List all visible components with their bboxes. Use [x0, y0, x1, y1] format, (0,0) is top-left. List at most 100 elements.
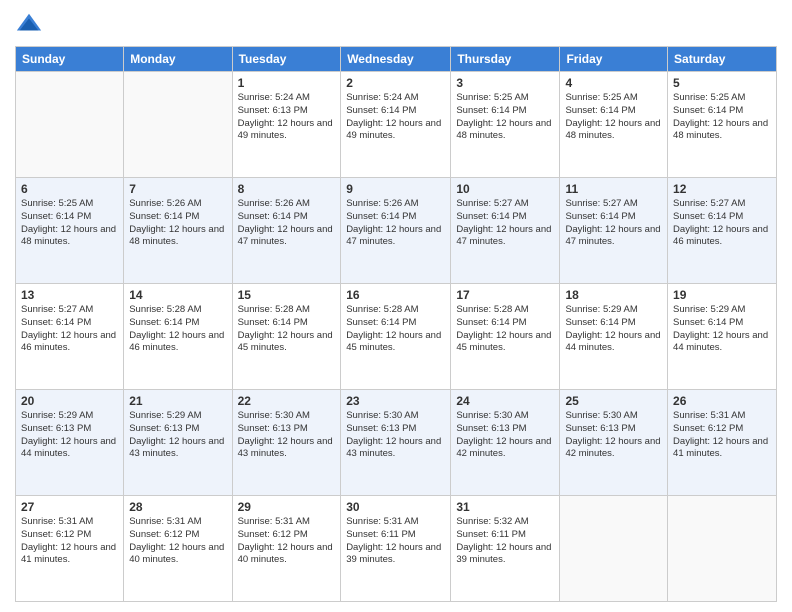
day-number: 29 [238, 500, 336, 514]
day-number: 5 [673, 76, 771, 90]
day-info: Sunrise: 5:31 AM Sunset: 6:11 PM Dayligh… [346, 516, 445, 567]
day-number: 2 [346, 76, 445, 90]
calendar-header-row: SundayMondayTuesdayWednesdayThursdayFrid… [16, 47, 777, 72]
day-number: 7 [129, 182, 226, 196]
calendar-cell: 23 Sunrise: 5:30 AM Sunset: 6:13 PM Dayli… [341, 390, 451, 496]
day-number: 8 [238, 182, 336, 196]
calendar-cell: 22Sunrise: 5:30 AM Sunset: 6:13 PM Dayli… [232, 390, 341, 496]
calendar-cell: 20 Sunrise: 5:29 AM Sunset: 6:13 PM Dayli… [16, 390, 124, 496]
day-number: 25 [565, 394, 662, 408]
day-number: 20 [21, 394, 118, 408]
calendar-cell: 16 Sunrise: 5:28 AM Sunset: 6:14 PM Dayli… [341, 284, 451, 390]
calendar-header-friday: Friday [560, 47, 668, 72]
page-header [15, 10, 777, 38]
day-number: 4 [565, 76, 662, 90]
day-info: Sunrise: 5:30 AM Sunset: 6:13 PM Dayligh… [346, 410, 445, 461]
day-info: Sunrise: 5:25 AM Sunset: 6:14 PM Dayligh… [565, 92, 662, 143]
calendar-cell: 9Sunrise: 5:26 AM Sunset: 6:14 PM Daylig… [341, 178, 451, 284]
day-info: Sunrise: 5:28 AM Sunset: 6:14 PM Dayligh… [456, 304, 554, 355]
day-number: 21 [129, 394, 226, 408]
day-info: Sunrise: 5:31 AM Sunset: 6:12 PM Dayligh… [238, 516, 336, 567]
day-info: Sunrise: 5:24 AM Sunset: 6:14 PM Dayligh… [346, 92, 445, 143]
day-number: 13 [21, 288, 118, 302]
day-info: Sunrise: 5:32 AM Sunset: 6:11 PM Dayligh… [456, 516, 554, 567]
day-info: Sunrise: 5:28 AM Sunset: 6:14 PM Dayligh… [129, 304, 226, 355]
day-number: 12 [673, 182, 771, 196]
day-info: Sunrise: 5:29 AM Sunset: 6:13 PM Dayligh… [129, 410, 226, 461]
day-number: 10 [456, 182, 554, 196]
calendar-cell: 5 Sunrise: 5:25 AM Sunset: 6:14 PM Daylig… [668, 72, 777, 178]
day-info: Sunrise: 5:27 AM Sunset: 6:14 PM Dayligh… [456, 198, 554, 249]
logo [15, 10, 47, 38]
calendar-cell: 7 Sunrise: 5:26 AM Sunset: 6:14 PM Daylig… [124, 178, 232, 284]
day-number: 27 [21, 500, 118, 514]
calendar-header-saturday: Saturday [668, 47, 777, 72]
day-number: 17 [456, 288, 554, 302]
calendar-week-row: 13 Sunrise: 5:27 AM Sunset: 6:14 PM Dayli… [16, 284, 777, 390]
day-info: Sunrise: 5:29 AM Sunset: 6:14 PM Dayligh… [673, 304, 771, 355]
calendar-cell: 27 Sunrise: 5:31 AM Sunset: 6:12 PM Dayli… [16, 496, 124, 602]
day-info: Sunrise: 5:25 AM Sunset: 6:14 PM Dayligh… [673, 92, 771, 143]
calendar-cell: 3Sunrise: 5:25 AM Sunset: 6:14 PM Daylig… [451, 72, 560, 178]
day-info: Sunrise: 5:31 AM Sunset: 6:12 PM Dayligh… [21, 516, 118, 567]
calendar-cell: 8 Sunrise: 5:26 AM Sunset: 6:14 PM Daylig… [232, 178, 341, 284]
calendar-cell: 10 Sunrise: 5:27 AM Sunset: 6:14 PM Dayli… [451, 178, 560, 284]
calendar-header-monday: Monday [124, 47, 232, 72]
calendar-cell: 19Sunrise: 5:29 AM Sunset: 6:14 PM Dayli… [668, 284, 777, 390]
day-number: 26 [673, 394, 771, 408]
day-info: Sunrise: 5:30 AM Sunset: 6:13 PM Dayligh… [456, 410, 554, 461]
calendar-cell: 4 Sunrise: 5:25 AM Sunset: 6:14 PM Daylig… [560, 72, 668, 178]
calendar-header-wednesday: Wednesday [341, 47, 451, 72]
calendar-cell: 25Sunrise: 5:30 AM Sunset: 6:13 PM Dayli… [560, 390, 668, 496]
calendar-cell: 17 Sunrise: 5:28 AM Sunset: 6:14 PM Dayli… [451, 284, 560, 390]
day-info: Sunrise: 5:29 AM Sunset: 6:13 PM Dayligh… [21, 410, 118, 461]
day-number: 22 [238, 394, 336, 408]
calendar-cell: 11 Sunrise: 5:27 AM Sunset: 6:14 PM Dayli… [560, 178, 668, 284]
calendar-cell: 15Sunrise: 5:28 AM Sunset: 6:14 PM Dayli… [232, 284, 341, 390]
calendar-cell: 18 Sunrise: 5:29 AM Sunset: 6:14 PM Dayli… [560, 284, 668, 390]
calendar-cell: 13 Sunrise: 5:27 AM Sunset: 6:14 PM Dayli… [16, 284, 124, 390]
day-number: 16 [346, 288, 445, 302]
calendar-cell: 30 Sunrise: 5:31 AM Sunset: 6:11 PM Dayli… [341, 496, 451, 602]
day-info: Sunrise: 5:24 AM Sunset: 6:13 PM Dayligh… [238, 92, 336, 143]
day-number: 6 [21, 182, 118, 196]
day-info: Sunrise: 5:28 AM Sunset: 6:14 PM Dayligh… [346, 304, 445, 355]
calendar-week-row: 27 Sunrise: 5:31 AM Sunset: 6:12 PM Dayli… [16, 496, 777, 602]
day-number: 23 [346, 394, 445, 408]
day-info: Sunrise: 5:27 AM Sunset: 6:14 PM Dayligh… [673, 198, 771, 249]
day-info: Sunrise: 5:27 AM Sunset: 6:14 PM Dayligh… [565, 198, 662, 249]
day-number: 28 [129, 500, 226, 514]
calendar-week-row: 1 Sunrise: 5:24 AM Sunset: 6:13 PM Daylig… [16, 72, 777, 178]
day-number: 9 [346, 182, 445, 196]
calendar-cell: 1 Sunrise: 5:24 AM Sunset: 6:13 PM Daylig… [232, 72, 341, 178]
day-number: 24 [456, 394, 554, 408]
calendar-cell: 31Sunrise: 5:32 AM Sunset: 6:11 PM Dayli… [451, 496, 560, 602]
calendar-cell: 26Sunrise: 5:31 AM Sunset: 6:12 PM Dayli… [668, 390, 777, 496]
day-number: 30 [346, 500, 445, 514]
day-info: Sunrise: 5:28 AM Sunset: 6:14 PM Dayligh… [238, 304, 336, 355]
day-info: Sunrise: 5:27 AM Sunset: 6:14 PM Dayligh… [21, 304, 118, 355]
day-info: Sunrise: 5:31 AM Sunset: 6:12 PM Dayligh… [129, 516, 226, 567]
calendar-cell: 6 Sunrise: 5:25 AM Sunset: 6:14 PM Daylig… [16, 178, 124, 284]
calendar-cell [668, 496, 777, 602]
calendar-table: SundayMondayTuesdayWednesdayThursdayFrid… [15, 46, 777, 602]
calendar-cell [124, 72, 232, 178]
day-number: 11 [565, 182, 662, 196]
calendar-header-thursday: Thursday [451, 47, 560, 72]
calendar-cell: 12 Sunrise: 5:27 AM Sunset: 6:14 PM Dayli… [668, 178, 777, 284]
calendar-cell: 24 Sunrise: 5:30 AM Sunset: 6:13 PM Dayli… [451, 390, 560, 496]
calendar-cell [560, 496, 668, 602]
day-info: Sunrise: 5:26 AM Sunset: 6:14 PM Dayligh… [129, 198, 226, 249]
calendar-week-row: 6 Sunrise: 5:25 AM Sunset: 6:14 PM Daylig… [16, 178, 777, 284]
calendar-cell: 28 Sunrise: 5:31 AM Sunset: 6:12 PM Dayli… [124, 496, 232, 602]
calendar-cell: 29 Sunrise: 5:31 AM Sunset: 6:12 PM Dayli… [232, 496, 341, 602]
calendar-header-tuesday: Tuesday [232, 47, 341, 72]
calendar-week-row: 20 Sunrise: 5:29 AM Sunset: 6:13 PM Dayli… [16, 390, 777, 496]
day-info: Sunrise: 5:26 AM Sunset: 6:14 PM Dayligh… [238, 198, 336, 249]
day-info: Sunrise: 5:29 AM Sunset: 6:14 PM Dayligh… [565, 304, 662, 355]
calendar-cell: 14Sunrise: 5:28 AM Sunset: 6:14 PM Dayli… [124, 284, 232, 390]
day-number: 1 [238, 76, 336, 90]
day-info: Sunrise: 5:25 AM Sunset: 6:14 PM Dayligh… [21, 198, 118, 249]
calendar-cell: 2 Sunrise: 5:24 AM Sunset: 6:14 PM Daylig… [341, 72, 451, 178]
day-number: 18 [565, 288, 662, 302]
